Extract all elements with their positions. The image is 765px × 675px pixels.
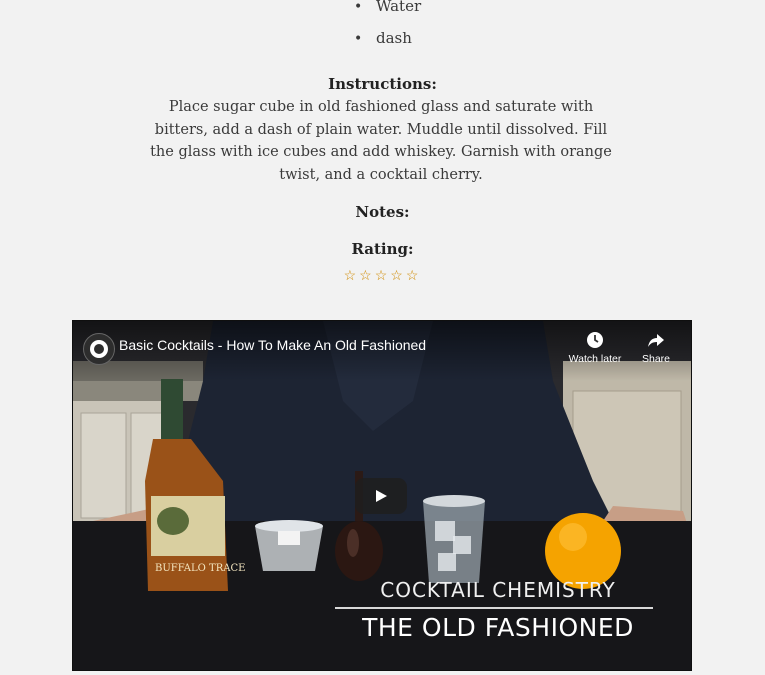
clock-icon bbox=[587, 332, 603, 348]
share-button[interactable]: Share bbox=[626, 331, 686, 365]
ingredient-text: dash bbox=[376, 29, 412, 47]
rating-stars[interactable]: ☆☆☆☆☆ bbox=[0, 268, 765, 284]
overlay-divider bbox=[335, 607, 653, 609]
bullet: • bbox=[354, 0, 363, 15]
play-button[interactable] bbox=[355, 478, 407, 514]
ingredient-item: • dash bbox=[354, 28, 412, 49]
video-overlay-title: THE OLD FASHIONED bbox=[362, 613, 634, 642]
watch-later-label: Watch later bbox=[568, 353, 622, 365]
share-arrow-icon bbox=[648, 334, 664, 347]
video-overlay-subtitle: COCKTAIL CHEMISTRY bbox=[380, 578, 616, 602]
bullet: • bbox=[354, 31, 363, 47]
share-label: Share bbox=[641, 353, 671, 365]
watch-later-button[interactable]: Watch later bbox=[565, 331, 625, 365]
video-player[interactable]: BUFFALO TRACE Basic Cocktails - How To M… bbox=[72, 320, 692, 671]
channel-avatar-icon[interactable] bbox=[83, 333, 115, 365]
instructions-heading: Instructions: bbox=[328, 75, 437, 93]
notes-heading: Notes: bbox=[355, 203, 410, 221]
ingredient-item: • Water bbox=[354, 0, 421, 17]
video-title-link[interactable]: Basic Cocktails - How To Make An Old Fas… bbox=[119, 337, 426, 353]
ingredient-text: Water bbox=[376, 0, 422, 15]
instructions-text: Place sugar cube in old fashioned glass … bbox=[150, 99, 612, 183]
rating-heading: Rating: bbox=[351, 240, 414, 258]
bottle-label: BUFFALO TRACE bbox=[155, 563, 245, 574]
play-icon bbox=[376, 490, 387, 502]
